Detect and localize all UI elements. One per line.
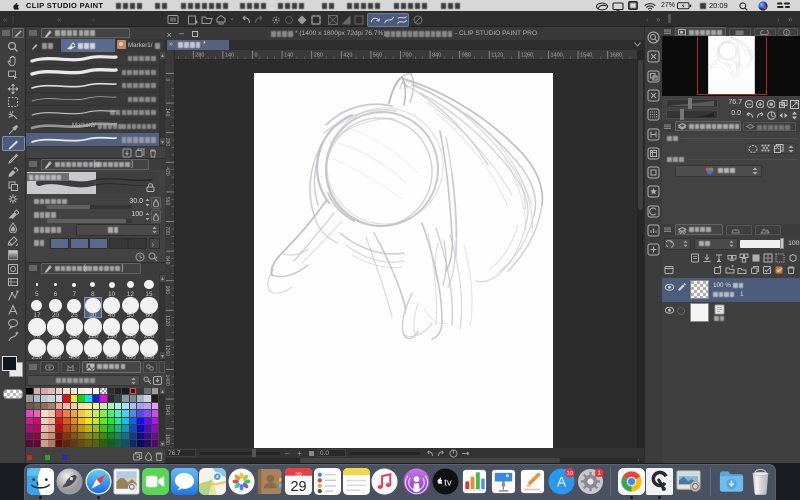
svg-text:560: 560: [373, 53, 382, 59]
svg-text:0: 0: [165, 78, 170, 81]
svg-text:140: 140: [165, 108, 170, 117]
svg-text:1540: 1540: [165, 404, 170, 415]
svg-text:3/9: 3/9: [295, 471, 302, 477]
svg-text:140: 140: [284, 53, 293, 59]
svg-text:560: 560: [165, 196, 170, 205]
svg-text:1120: 1120: [165, 315, 170, 326]
svg-text:1680: 1680: [610, 53, 622, 59]
svg-text:280: 280: [314, 53, 323, 59]
svg-text:840: 840: [165, 256, 170, 265]
svg-text:A: A: [556, 474, 565, 489]
svg-text:700: 700: [165, 226, 170, 235]
svg-text:1260: 1260: [521, 53, 533, 59]
svg-text:280: 280: [195, 53, 204, 59]
svg-text:1120: 1120: [491, 53, 503, 59]
svg-text:29: 29: [290, 479, 306, 495]
svg-text:1400: 1400: [165, 374, 170, 385]
svg-text:420: 420: [343, 53, 352, 59]
svg-text:140: 140: [225, 53, 234, 59]
svg-text:1: 1: [597, 469, 601, 476]
svg-text:840: 840: [432, 53, 441, 59]
svg-text:1260: 1260: [165, 344, 170, 355]
svg-text:tv: tv: [444, 477, 452, 488]
svg-text:980: 980: [165, 285, 170, 294]
svg-text:280: 280: [165, 137, 170, 146]
svg-text:420: 420: [165, 167, 170, 176]
svg-text:1680: 1680: [165, 433, 170, 444]
svg-text:10: 10: [566, 470, 572, 476]
svg-text:1540: 1540: [580, 53, 592, 59]
svg-text:700: 700: [403, 53, 412, 59]
svg-text:980: 980: [462, 53, 471, 59]
svg-text:1400: 1400: [551, 53, 563, 59]
svg-text:0: 0: [255, 53, 258, 59]
